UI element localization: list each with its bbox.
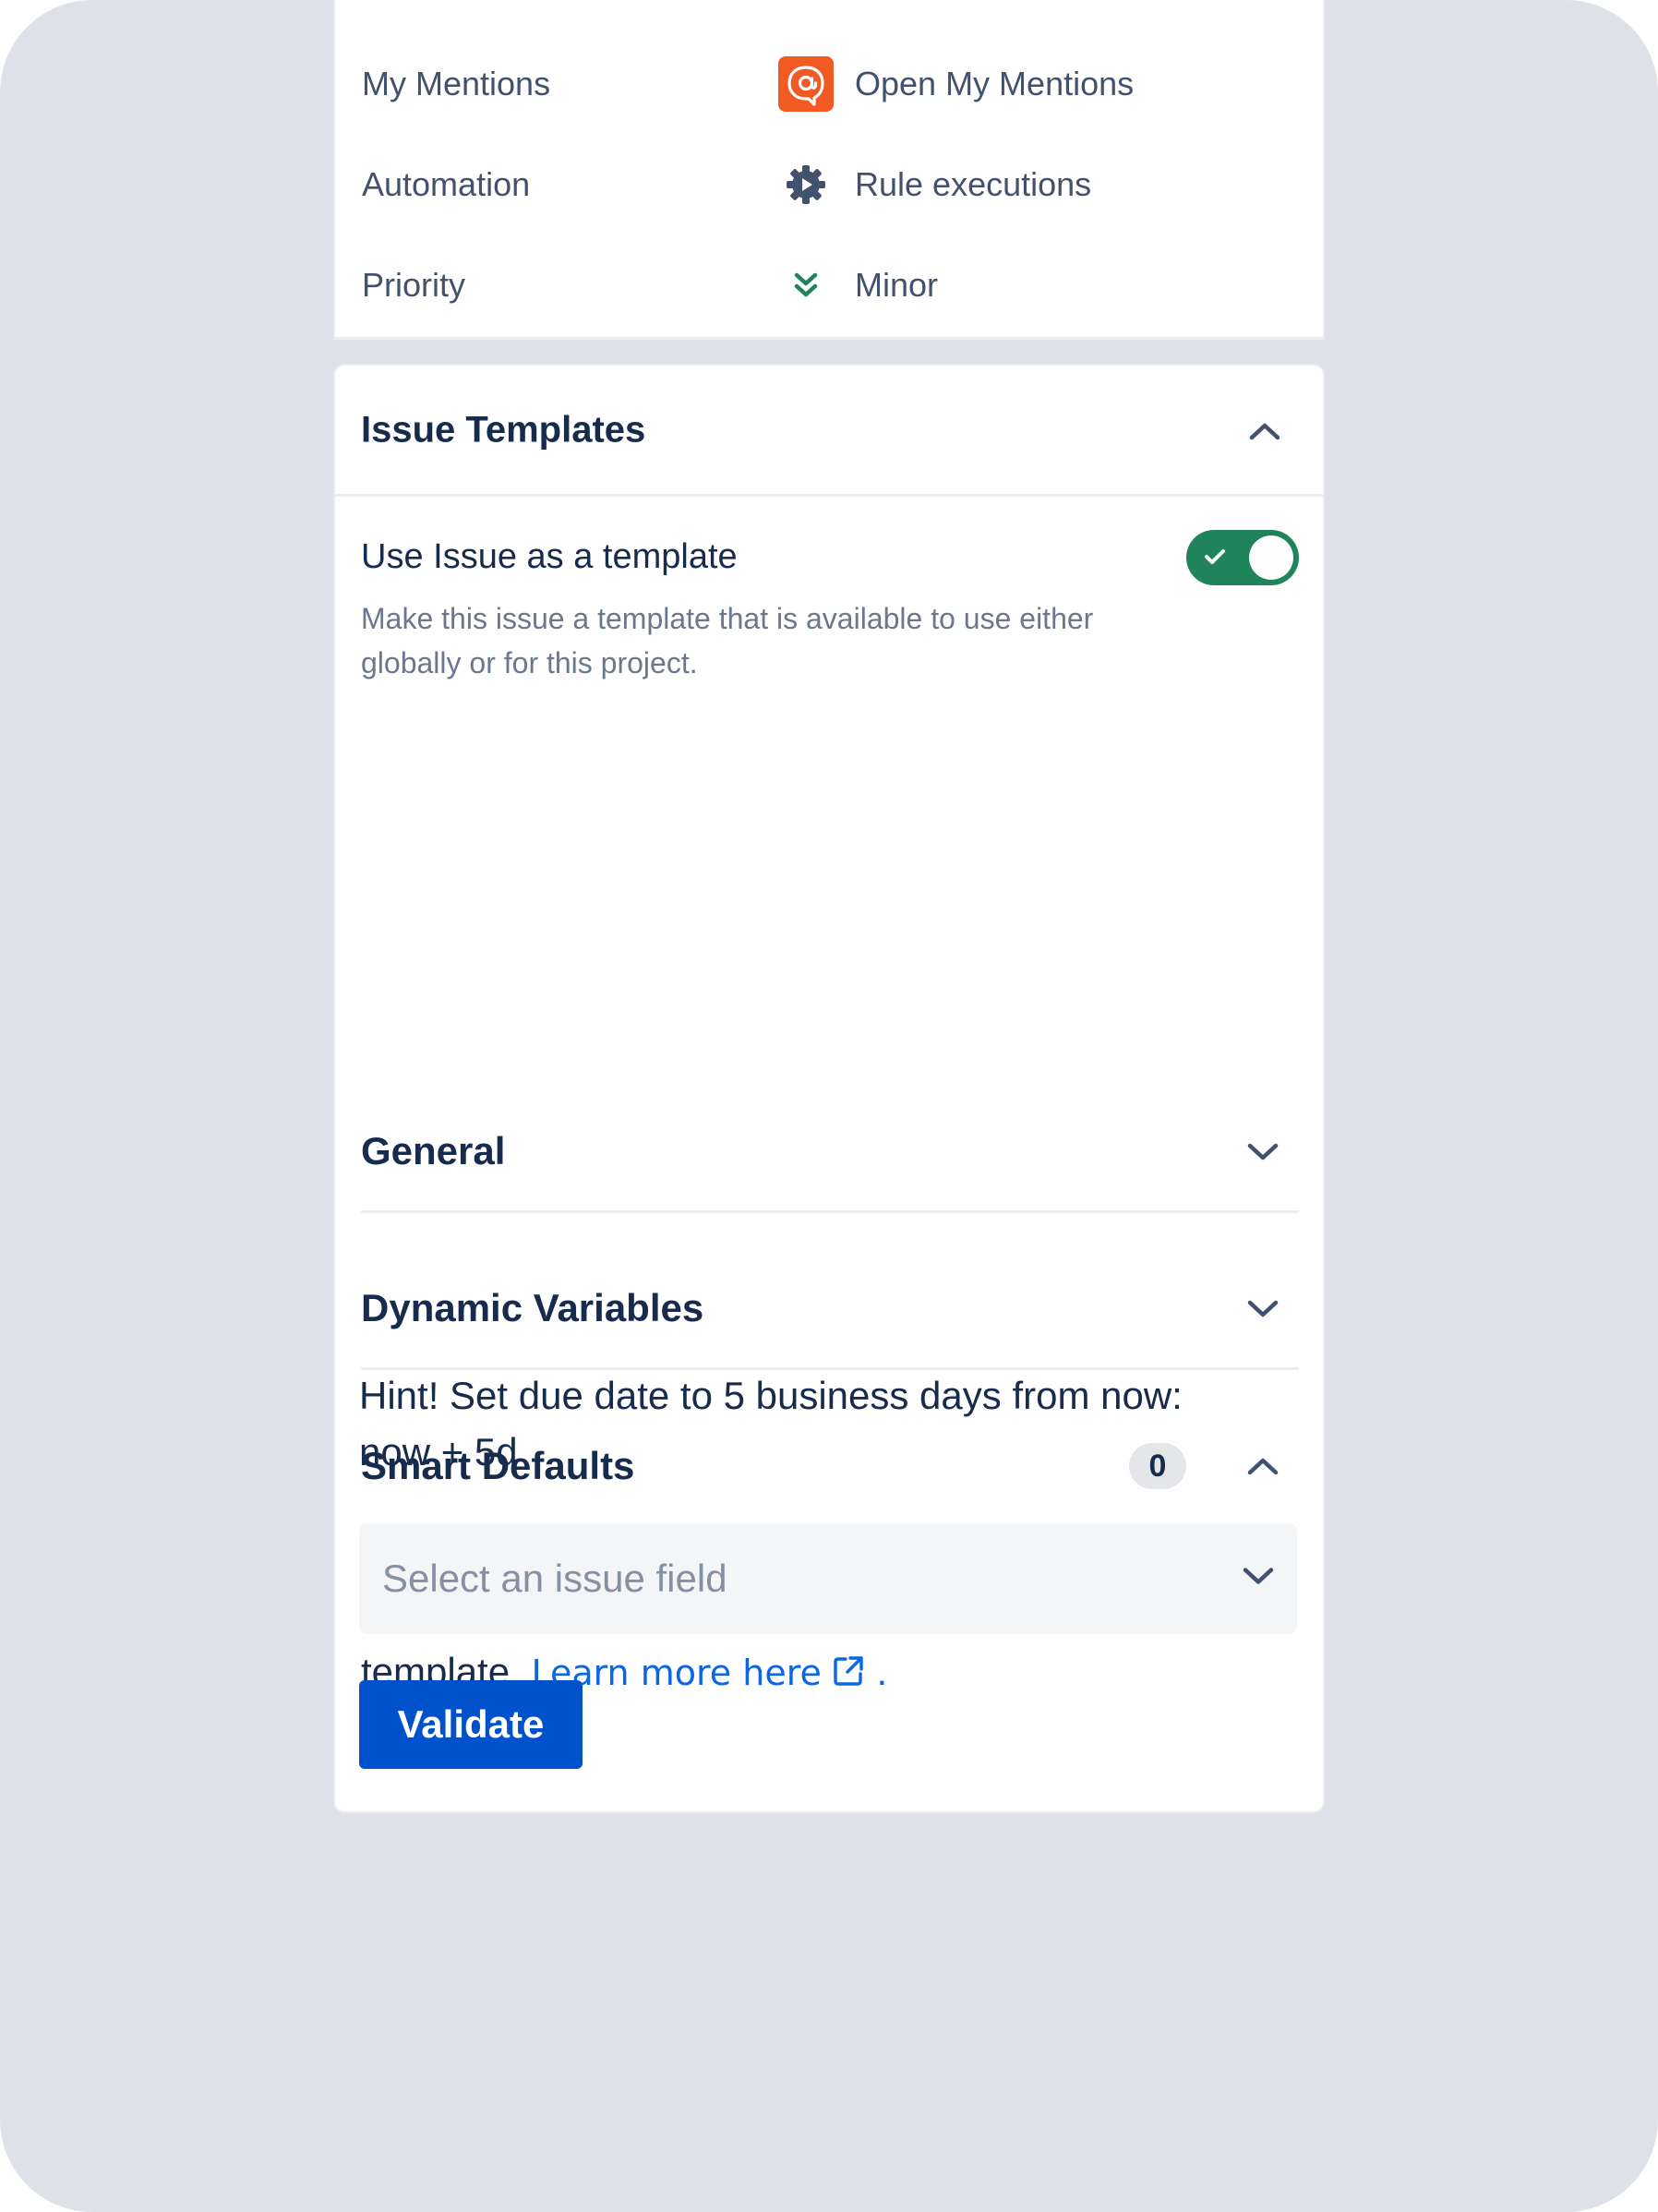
chevron-up-icon[interactable] <box>1237 403 1292 459</box>
section-title: Dynamic Variables <box>361 1285 704 1329</box>
issue-field-select[interactable]: Select an issue field <box>359 1523 1297 1634</box>
chevron-down-icon[interactable] <box>1242 1567 1275 1592</box>
select-placeholder: Select an issue field <box>382 1557 727 1600</box>
section-title: General <box>361 1128 506 1172</box>
chevron-down-icon[interactable] <box>1235 1124 1291 1180</box>
card-title: Issue Templates <box>361 409 646 450</box>
issue-templates-header[interactable]: Issue Templates <box>335 366 1323 497</box>
phone-frame: My Mentions Open My Mentions Automation <box>0 0 1658 2212</box>
link-period: . <box>876 1650 888 1693</box>
attribute-label: Priority <box>362 266 466 304</box>
chevron-down-icon[interactable] <box>1235 1281 1291 1337</box>
automation-gear-icon <box>778 157 834 212</box>
priority-value[interactable]: Minor <box>855 266 938 305</box>
external-link-icon[interactable] <box>831 1653 866 1689</box>
use-as-template-label: Use Issue as a template <box>361 537 738 576</box>
attribute-row-automation: Automation Rule executions <box>335 157 1323 212</box>
use-as-template-toggle[interactable] <box>1186 530 1299 585</box>
attribute-row-priority: Priority Minor <box>335 258 1323 313</box>
validate-button[interactable]: Validate <box>359 1680 583 1769</box>
attribute-label: Automation <box>362 165 531 203</box>
section-general[interactable]: General <box>361 1091 1299 1213</box>
issue-attributes-panel: My Mentions Open My Mentions Automation <box>333 0 1325 340</box>
smart-defaults-hint-text: Hint! Set due date to 5 business days fr… <box>359 1374 1183 1473</box>
attribute-row-my-mentions: My Mentions Open My Mentions <box>335 56 1323 112</box>
use-as-template-description: Make this issue a template that is avail… <box>361 602 1094 679</box>
attribute-label: My Mentions <box>362 65 551 102</box>
section-dynamic-variables[interactable]: Dynamic Variables <box>361 1248 1299 1370</box>
priority-minor-icon <box>778 258 834 313</box>
mention-app-icon[interactable] <box>778 56 834 112</box>
check-icon <box>1205 549 1225 564</box>
rule-executions-link[interactable]: Rule executions <box>855 165 1091 204</box>
open-my-mentions-link[interactable]: Open My Mentions <box>855 65 1134 103</box>
chevron-up-icon[interactable] <box>1235 1438 1291 1494</box>
toggle-knob <box>1249 535 1293 580</box>
